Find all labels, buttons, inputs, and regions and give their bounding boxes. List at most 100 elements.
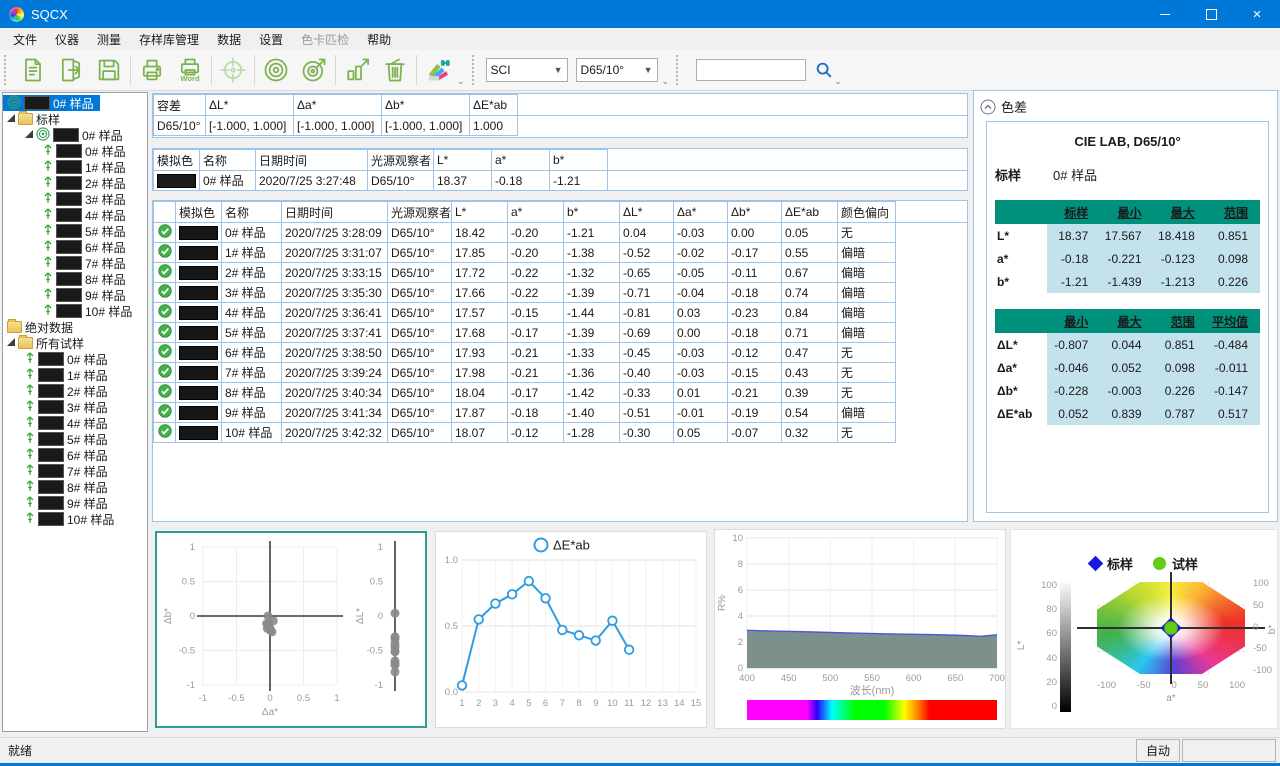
tree-item-8# 样品[interactable]: 8# 样品 <box>3 479 114 495</box>
column-header[interactable]: ΔE*ab <box>782 202 838 223</box>
column-header[interactable]: Δa* <box>294 95 382 116</box>
menu-item-仪器[interactable]: 仪器 <box>46 29 88 50</box>
column-header[interactable]: 名称 <box>200 150 256 171</box>
column-header[interactable]: Δb* <box>382 95 470 116</box>
toolbar-overflow-icon[interactable]: ⌄ <box>834 76 842 87</box>
tree-item-8# 样品[interactable]: 8# 样品 <box>3 271 132 287</box>
table-row[interactable]: 3# 样品2020/7/25 3:35:30D65/10°17.66-0.22-… <box>154 283 968 303</box>
auto-button[interactable]: 自动 <box>1136 739 1180 762</box>
print-word-button[interactable]: Word <box>171 52 209 88</box>
tree-item-标样[interactable]: 标样 <box>3 111 66 127</box>
column-header[interactable]: L* <box>434 150 492 171</box>
tree-item-0# 样品[interactable]: 0# 样品 <box>3 351 114 367</box>
table-row[interactable]: D65/10°[-1.000, 1.000][-1.000, 1.000][-1… <box>154 116 968 136</box>
column-header[interactable]: ΔL* <box>206 95 294 116</box>
menu-item-帮助[interactable]: 帮助 <box>358 29 400 50</box>
column-header[interactable]: 日期时间 <box>256 150 368 171</box>
menu-item-存样库管理[interactable]: 存样库管理 <box>130 29 208 50</box>
mode-dropdown[interactable]: SCI▼ <box>486 58 568 82</box>
search-icon[interactable] <box>814 60 834 80</box>
export-button[interactable] <box>52 52 90 88</box>
tree-item-0# 样品[interactable]: 0# 样品 <box>3 95 100 111</box>
table-row[interactable]: 4# 样品2020/7/25 3:36:41D65/10°17.57-0.15-… <box>154 303 968 323</box>
tree-item-9# 样品[interactable]: 9# 样品 <box>3 495 114 511</box>
column-header[interactable]: 名称 <box>222 202 282 223</box>
measure-standard-button[interactable] <box>257 52 295 88</box>
table-row[interactable]: 7# 样品2020/7/25 3:39:24D65/10°17.98-0.21-… <box>154 363 968 383</box>
column-header[interactable]: 颜色偏向 <box>838 202 896 223</box>
toolbar-overflow-icon[interactable]: ⌄ <box>457 76 465 87</box>
column-header[interactable]: 容差 <box>154 95 206 116</box>
column-header[interactable]: 模拟色 <box>176 202 222 223</box>
column-header[interactable]: 日期时间 <box>282 202 388 223</box>
calibrate-button[interactable] <box>214 52 252 88</box>
search-input[interactable] <box>696 59 806 81</box>
column-header[interactable]: a* <box>492 150 550 171</box>
maximize-button[interactable] <box>1188 0 1234 28</box>
menu-item-数据[interactable]: 数据 <box>208 29 250 50</box>
color-search-button[interactable] <box>419 52 457 88</box>
tree-item-6# 样品[interactable]: 6# 样品 <box>3 447 114 463</box>
column-header[interactable] <box>154 202 176 223</box>
column-header[interactable]: Δa* <box>674 202 728 223</box>
column-header[interactable]: 光源观察者 <box>388 202 452 223</box>
tree-item-4# 样品[interactable]: 4# 样品 <box>3 415 114 431</box>
column-header[interactable]: b* <box>564 202 620 223</box>
expander-icon[interactable] <box>25 130 33 138</box>
table-row[interactable]: 9# 样品2020/7/25 3:41:34D65/10°17.87-0.18-… <box>154 403 968 423</box>
tree-item-9# 样品[interactable]: 9# 样品 <box>3 287 132 303</box>
tree-item-0# 样品[interactable]: 0# 样品 <box>3 143 132 159</box>
column-header[interactable]: b* <box>550 150 608 171</box>
tree-item-6# 样品[interactable]: 6# 样品 <box>3 239 132 255</box>
menu-item-测量[interactable]: 测量 <box>88 29 130 50</box>
table-row[interactable]: 5# 样品2020/7/25 3:37:41D65/10°17.68-0.17-… <box>154 323 968 343</box>
column-header[interactable]: L* <box>452 202 508 223</box>
tree-item-2# 样品[interactable]: 2# 样品 <box>3 383 114 399</box>
minimize-button[interactable] <box>1142 0 1188 28</box>
collapse-chevron-icon[interactable] <box>980 99 996 115</box>
column-header[interactable]: ΔL* <box>620 202 674 223</box>
table-row[interactable]: 2# 样品2020/7/25 3:33:15D65/10°17.72-0.22-… <box>154 263 968 283</box>
tree-item-3# 样品[interactable]: 3# 样品 <box>3 191 132 207</box>
new-document-button[interactable] <box>14 52 52 88</box>
tree-item-4# 样品[interactable]: 4# 样品 <box>3 207 132 223</box>
column-header[interactable]: a* <box>508 202 564 223</box>
tree-item-10# 样品[interactable]: 10# 样品 <box>3 511 120 527</box>
print-button[interactable] <box>133 52 171 88</box>
tree-item-5# 样品[interactable]: 5# 样品 <box>3 431 114 447</box>
tree-item-10# 样品[interactable]: 10# 样品 <box>3 303 138 319</box>
expander-icon[interactable] <box>7 338 15 346</box>
tree-item-0# 样品[interactable]: 0# 样品 <box>3 127 129 143</box>
column-header[interactable]: 光源观察者 <box>368 150 434 171</box>
table-row[interactable]: 0# 样品2020/7/25 3:28:09D65/10°18.42-0.20-… <box>154 223 968 243</box>
save-button[interactable] <box>90 52 128 88</box>
report-chart-button[interactable] <box>338 52 376 88</box>
tree-item-3# 样品[interactable]: 3# 样品 <box>3 399 114 415</box>
tree-item-7# 样品[interactable]: 7# 样品 <box>3 463 114 479</box>
illuminant-dropdown[interactable]: D65/10°▼ <box>576 58 658 82</box>
close-button[interactable]: × <box>1234 0 1280 28</box>
column-header[interactable]: 模拟色 <box>154 150 200 171</box>
table-row[interactable]: 0# 样品2020/7/25 3:27:48D65/10°18.37-0.18-… <box>154 171 968 191</box>
tree-item-7# 样品[interactable]: 7# 样品 <box>3 255 132 271</box>
delete-button[interactable] <box>376 52 414 88</box>
tree-item-绝对数据[interactable]: 绝对数据 <box>3 319 79 335</box>
menu-item-色卡匹检[interactable]: 色卡匹检 <box>292 29 358 50</box>
tree-item-2# 样品[interactable]: 2# 样品 <box>3 175 132 191</box>
table-cell: -0.40 <box>620 363 674 383</box>
measure-sample-button[interactable] <box>295 52 333 88</box>
table-row[interactable]: 6# 样品2020/7/25 3:38:50D65/10°17.93-0.21-… <box>154 343 968 363</box>
expander-icon[interactable] <box>7 114 15 122</box>
tree-item-1# 样品[interactable]: 1# 样品 <box>3 367 114 383</box>
tree-item-1# 样品[interactable]: 1# 样品 <box>3 159 132 175</box>
menu-item-设置[interactable]: 设置 <box>250 29 292 50</box>
table-row[interactable]: 10# 样品2020/7/25 3:42:32D65/10°18.07-0.12… <box>154 423 968 443</box>
column-header[interactable]: ΔE*ab <box>470 95 518 116</box>
tree-item-5# 样品[interactable]: 5# 样品 <box>3 223 132 239</box>
tree-item-所有试样[interactable]: 所有试样 <box>3 335 90 351</box>
column-header[interactable]: Δb* <box>728 202 782 223</box>
table-row[interactable]: 8# 样品2020/7/25 3:40:34D65/10°18.04-0.17-… <box>154 383 968 403</box>
toolbar-overflow-icon[interactable]: ⌄ <box>662 76 670 87</box>
table-row[interactable]: 1# 样品2020/7/25 3:31:07D65/10°17.85-0.20-… <box>154 243 968 263</box>
menu-item-文件[interactable]: 文件 <box>4 29 46 50</box>
